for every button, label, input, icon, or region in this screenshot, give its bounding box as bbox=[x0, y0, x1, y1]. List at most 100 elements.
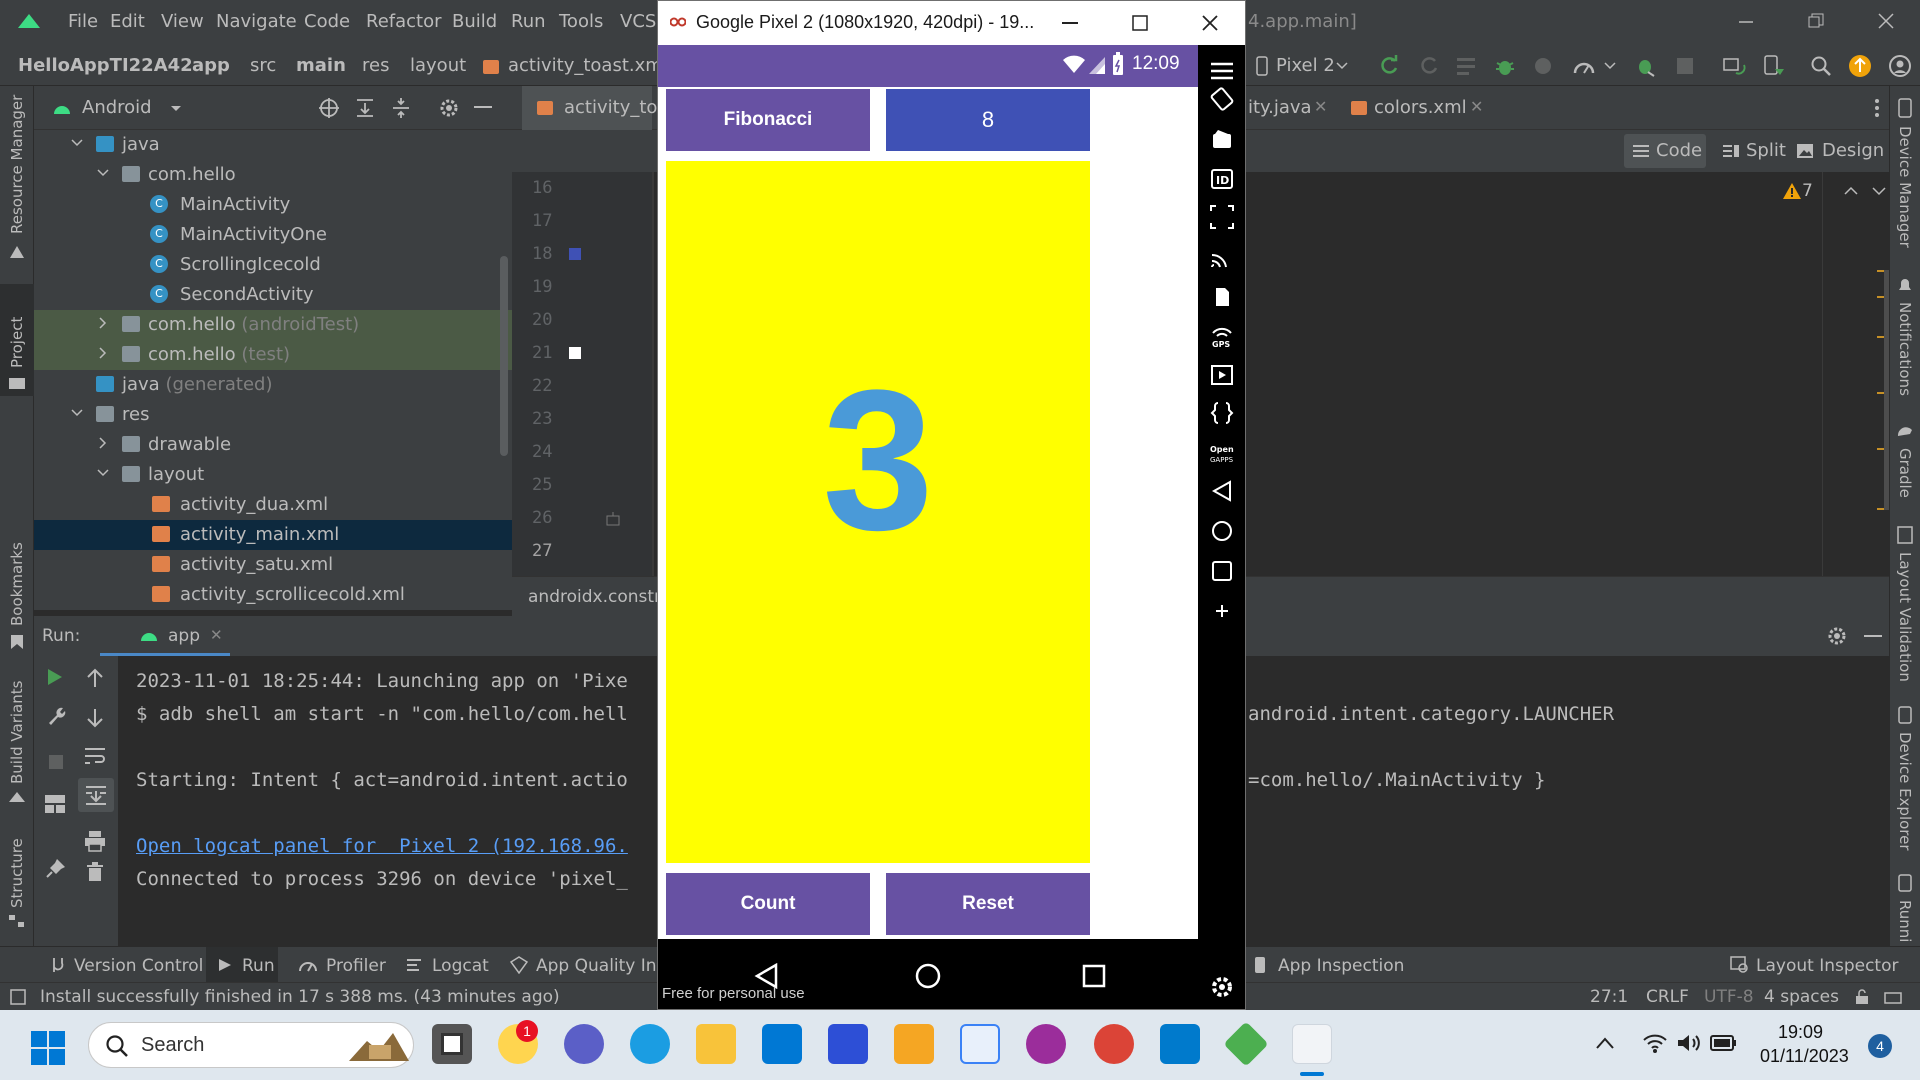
device-manager-tab[interactable]: Device Manager bbox=[1896, 126, 1914, 248]
run-icon[interactable] bbox=[46, 668, 64, 686]
collapse-all-icon[interactable] bbox=[390, 97, 412, 119]
gps-icon[interactable]: GPS bbox=[1210, 325, 1234, 349]
trash-icon[interactable] bbox=[86, 862, 104, 882]
gear-icon[interactable] bbox=[438, 97, 460, 119]
scrollbar[interactable] bbox=[500, 256, 508, 456]
sdk-manager-icon[interactable] bbox=[1762, 55, 1784, 77]
tree-item-java[interactable]: java bbox=[34, 130, 512, 160]
panel-toggle-icon[interactable] bbox=[10, 989, 26, 1005]
color-swatch[interactable] bbox=[569, 248, 581, 260]
expand-all-icon[interactable] bbox=[354, 97, 376, 119]
menu-build[interactable]: Build bbox=[452, 11, 497, 32]
media-icon[interactable] bbox=[1210, 363, 1234, 387]
sim-icon[interactable] bbox=[1210, 285, 1234, 309]
tree-item-activity-satu[interactable]: activity_satu.xml bbox=[34, 550, 512, 580]
hide-panel-icon[interactable] bbox=[1864, 635, 1882, 639]
tree-item-mainactivityone[interactable]: C MainActivityOne bbox=[34, 220, 512, 250]
reset-button[interactable]: Reset bbox=[886, 873, 1090, 935]
device-selector[interactable]: Pixel 2 bbox=[1276, 55, 1335, 76]
recents-icon[interactable] bbox=[1082, 964, 1106, 988]
screenshot-icon[interactable] bbox=[1210, 127, 1234, 151]
breadcrumb-app[interactable]: app bbox=[192, 55, 230, 76]
taskbar-search[interactable]: Search bbox=[88, 1022, 414, 1068]
wifi-icon[interactable] bbox=[1642, 1032, 1668, 1054]
android-studio-taskbar-icon[interactable] bbox=[960, 1024, 1000, 1064]
account-icon[interactable] bbox=[1888, 54, 1912, 78]
chevron-up-icon[interactable] bbox=[1844, 186, 1858, 196]
debug-icon[interactable] bbox=[1494, 55, 1516, 77]
scroll-to-end-button[interactable] bbox=[78, 778, 114, 812]
breadcrumb-project[interactable]: HelloAppTI22A42 bbox=[18, 55, 193, 76]
menu-navigate[interactable]: Navigate bbox=[216, 11, 297, 32]
update-icon[interactable] bbox=[1848, 54, 1872, 78]
file-explorer-icon[interactable] bbox=[696, 1024, 736, 1064]
tree-item-mainactivity[interactable]: C MainActivity bbox=[34, 190, 512, 220]
tool-profiler[interactable]: Profiler bbox=[326, 956, 386, 976]
notifications-tab[interactable]: Notifications bbox=[1896, 302, 1914, 396]
file-encoding[interactable]: UTF-8 bbox=[1704, 987, 1754, 1007]
breadcrumb-layout[interactable]: layout bbox=[410, 55, 466, 76]
color-swatch[interactable] bbox=[569, 347, 581, 359]
task-view-icon[interactable] bbox=[432, 1024, 472, 1064]
tree-item-layout[interactable]: layout bbox=[34, 460, 512, 490]
volume-icon[interactable] bbox=[1676, 1032, 1702, 1054]
edge-icon[interactable] bbox=[630, 1024, 670, 1064]
code-editor-icon[interactable] bbox=[828, 1024, 868, 1064]
rerun-icon[interactable] bbox=[1378, 55, 1400, 77]
more-options-icon[interactable] bbox=[1874, 98, 1880, 118]
tool-version-control[interactable]: Version Control bbox=[74, 956, 203, 976]
home-icon[interactable] bbox=[914, 962, 942, 990]
cast-icon[interactable] bbox=[1210, 245, 1234, 269]
restore-icon[interactable] bbox=[1808, 13, 1824, 29]
microsoft-store-icon[interactable] bbox=[762, 1024, 802, 1064]
stop-icon[interactable] bbox=[1676, 57, 1694, 75]
tree-item-java-generated[interactable]: java (generated) bbox=[34, 370, 512, 400]
device-explorer-tab[interactable]: Device Explorer bbox=[1896, 732, 1914, 851]
tab-colors-xml[interactable]: colors.xml bbox=[1374, 97, 1467, 118]
emulator-title-bar[interactable]: Google Pixel 2 (1080x1920, 420dpi) - 19.… bbox=[658, 1, 1245, 45]
tool-run[interactable]: Run bbox=[242, 956, 275, 976]
hide-panel-icon[interactable] bbox=[474, 106, 492, 110]
editor-breadcrumb[interactable]: androidx.constra bbox=[528, 587, 671, 607]
maximize-icon[interactable] bbox=[1132, 15, 1148, 31]
menu-file[interactable]: File bbox=[68, 11, 98, 32]
menu-code[interactable]: Code bbox=[304, 11, 350, 32]
gear-icon[interactable] bbox=[1826, 625, 1848, 647]
print-icon[interactable] bbox=[84, 830, 106, 852]
breadcrumb-file[interactable]: activity_toast.xml bbox=[508, 55, 668, 76]
line-separator[interactable]: CRLF bbox=[1646, 987, 1689, 1007]
menu-vcs[interactable]: VCS bbox=[620, 11, 656, 32]
taskbar-time[interactable]: 19:09 bbox=[1778, 1022, 1823, 1043]
apply-code-changes-icon[interactable] bbox=[1456, 56, 1476, 76]
close-icon[interactable] bbox=[1202, 15, 1218, 31]
emulator-taskbar-icon[interactable] bbox=[1292, 1024, 1332, 1064]
menu-run[interactable]: Run bbox=[511, 11, 546, 32]
menu-tools[interactable]: Tools bbox=[559, 11, 603, 32]
open-logcat-link[interactable]: Open logcat panel for Pixel 2 (192.168.9… bbox=[136, 835, 628, 857]
minimize-icon[interactable] bbox=[1062, 22, 1078, 24]
tree-item-package[interactable]: com.hello bbox=[34, 160, 512, 190]
tab-java-file[interactable]: ity.java bbox=[1248, 97, 1312, 118]
tree-item-activity-dua[interactable]: activity_dua.xml bbox=[34, 490, 512, 520]
coverage-icon[interactable] bbox=[1532, 55, 1554, 77]
bookmarks-tab[interactable]: Bookmarks bbox=[8, 542, 26, 626]
profiler-run-icon[interactable] bbox=[1572, 55, 1596, 77]
resource-manager-tab[interactable]: Resource Manager bbox=[8, 95, 26, 234]
warning-icon[interactable] bbox=[1782, 182, 1802, 200]
view-mode-design[interactable]: Design bbox=[1822, 140, 1884, 161]
cursor-position[interactable]: 27:1 bbox=[1590, 987, 1628, 1007]
project-tab[interactable]: Project bbox=[8, 317, 26, 368]
menu-view[interactable]: View bbox=[161, 11, 204, 32]
tree-item-scrollingicecold[interactable]: C ScrollingIcecold bbox=[34, 250, 512, 280]
layout-validation-tab[interactable]: Layout Validation bbox=[1896, 552, 1914, 682]
back-icon[interactable] bbox=[1210, 479, 1234, 503]
actual-size-icon[interactable] bbox=[1210, 205, 1234, 229]
arrow-up-icon[interactable] bbox=[86, 668, 104, 688]
plus-icon[interactable] bbox=[1210, 599, 1234, 623]
minimize-icon[interactable] bbox=[1738, 14, 1754, 30]
tree-item-res[interactable]: res bbox=[34, 400, 512, 430]
tool-layout-inspector[interactable]: Layout Inspector bbox=[1756, 956, 1899, 976]
close-icon[interactable]: ✕ bbox=[210, 626, 223, 644]
close-icon[interactable] bbox=[1878, 13, 1894, 29]
gradle-tab[interactable]: Gradle bbox=[1896, 448, 1914, 498]
